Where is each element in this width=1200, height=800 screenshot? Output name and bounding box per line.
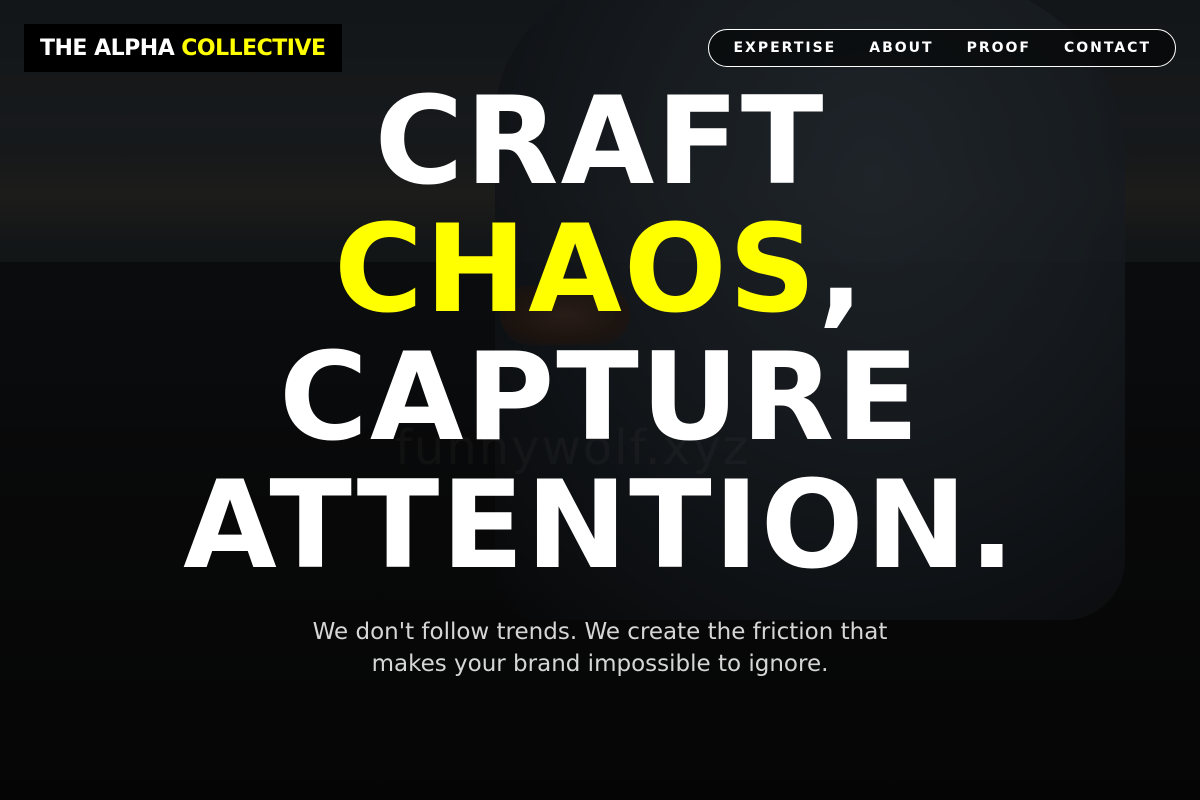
headline-comma: , [817, 199, 866, 340]
hero-subtext: We don't follow trends. We create the fr… [0, 616, 1200, 680]
headline-accent-word: CHAOS [334, 199, 818, 340]
nav-link-contact[interactable]: CONTACT [1064, 40, 1151, 56]
brand-logo[interactable]: THE ALPHA COLLECTIVE [24, 24, 342, 72]
headline-line-3: CAPTURE [279, 327, 921, 468]
brand-name-part2: COLLECTIVE [181, 35, 326, 61]
brand-name-part1: THE ALPHA [40, 35, 175, 61]
main-nav: EXPERTISE ABOUT PROOF CONTACT [708, 29, 1176, 67]
nav-link-expertise[interactable]: EXPERTISE [733, 40, 836, 56]
hero-section: funnywolf.xyz THE ALPHA COLLECTIVE EXPER… [0, 0, 1200, 800]
hero-subtext-line-1: We don't follow trends. We create the fr… [312, 619, 888, 645]
headline-line-4: ATTENTION. [183, 455, 1017, 596]
headline-line-2: CHAOS, [0, 206, 1200, 334]
hero-subtext-line-2: makes your brand impossible to ignore. [371, 651, 829, 677]
nav-link-about[interactable]: ABOUT [869, 40, 933, 56]
headline-line-1: CRAFT [374, 71, 826, 212]
nav-link-proof[interactable]: PROOF [967, 40, 1031, 56]
hero-headline: CRAFT CHAOS, CAPTURE ATTENTION. [0, 78, 1200, 590]
